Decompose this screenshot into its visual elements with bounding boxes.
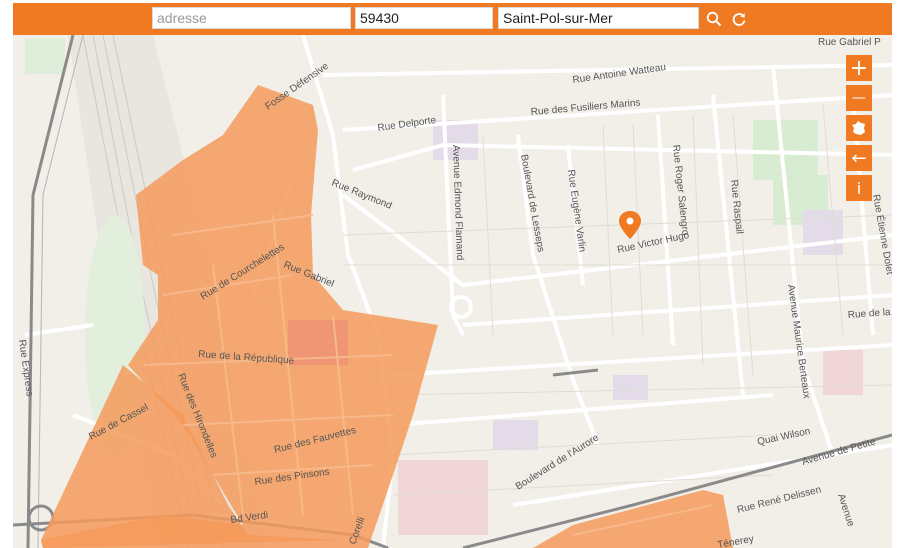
arrow-left-icon: ← <box>851 147 867 169</box>
city-input[interactable] <box>498 7 699 29</box>
search-icon[interactable] <box>704 9 724 29</box>
refresh-icon[interactable] <box>729 9 749 29</box>
map-basemap: Rue Gabriel P Rue Antoine Watteau Rue de… <box>13 35 892 548</box>
back-button[interactable]: ← <box>846 145 872 171</box>
info-button[interactable]: i <box>846 175 872 201</box>
zoom-out-button[interactable]: — <box>846 85 872 111</box>
map-canvas[interactable]: Rue Gabriel P Rue Antoine Watteau Rue de… <box>13 35 892 548</box>
address-input[interactable] <box>152 7 351 29</box>
info-icon: i <box>856 178 862 198</box>
postal-code-input[interactable] <box>355 7 493 29</box>
france-map-icon <box>852 121 865 135</box>
france-view-button[interactable] <box>846 115 872 141</box>
plus-icon: + <box>849 55 869 81</box>
minus-icon: — <box>852 90 866 106</box>
search-toolbar <box>13 3 892 35</box>
zoom-in-button[interactable]: + <box>846 55 872 81</box>
label-rue-gabriel-peri: Rue Gabriel P <box>818 37 881 48</box>
